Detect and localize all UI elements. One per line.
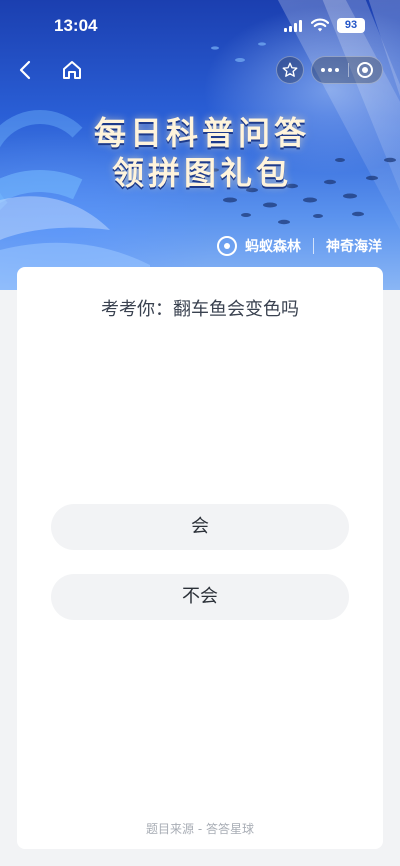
close-miniapp-button[interactable] [348, 57, 382, 83]
brand-credits: 蚂蚁森林 神奇海洋 [217, 236, 382, 256]
target-circle-icon [357, 62, 374, 78]
brand-divider [313, 238, 314, 254]
quiz-question: 考考你：翻车鱼会变色吗 [101, 299, 299, 320]
status-bar: 13:04 93 [0, 0, 400, 54]
banner-title-line2: 领拼图礼包 [111, 154, 292, 192]
battery-indicator: 93 [337, 18, 365, 33]
miniapp-capsule [311, 56, 383, 84]
status-time: 13:04 [54, 16, 98, 35]
favorite-button[interactable] [276, 56, 304, 84]
answer-option-no[interactable]: 不会 [51, 574, 349, 620]
answer-option-yes[interactable]: 会 [51, 504, 349, 550]
brand-secondary: 神奇海洋 [326, 238, 382, 254]
more-dots-icon[interactable] [312, 57, 348, 83]
wifi-icon [311, 18, 329, 32]
brand-primary: 蚂蚁森林 [245, 238, 301, 254]
home-icon[interactable] [58, 56, 86, 84]
ant-forest-logo-icon [217, 236, 237, 256]
star-icon [282, 62, 298, 77]
back-chevron-icon[interactable] [12, 56, 40, 84]
question-source: 题目来源 - 答答星球 [146, 822, 254, 836]
cellular-signal-icon [284, 19, 302, 32]
quiz-card: 考考你：翻车鱼会变色吗 会 不会 题目来源 - 答答星球 [17, 267, 383, 849]
